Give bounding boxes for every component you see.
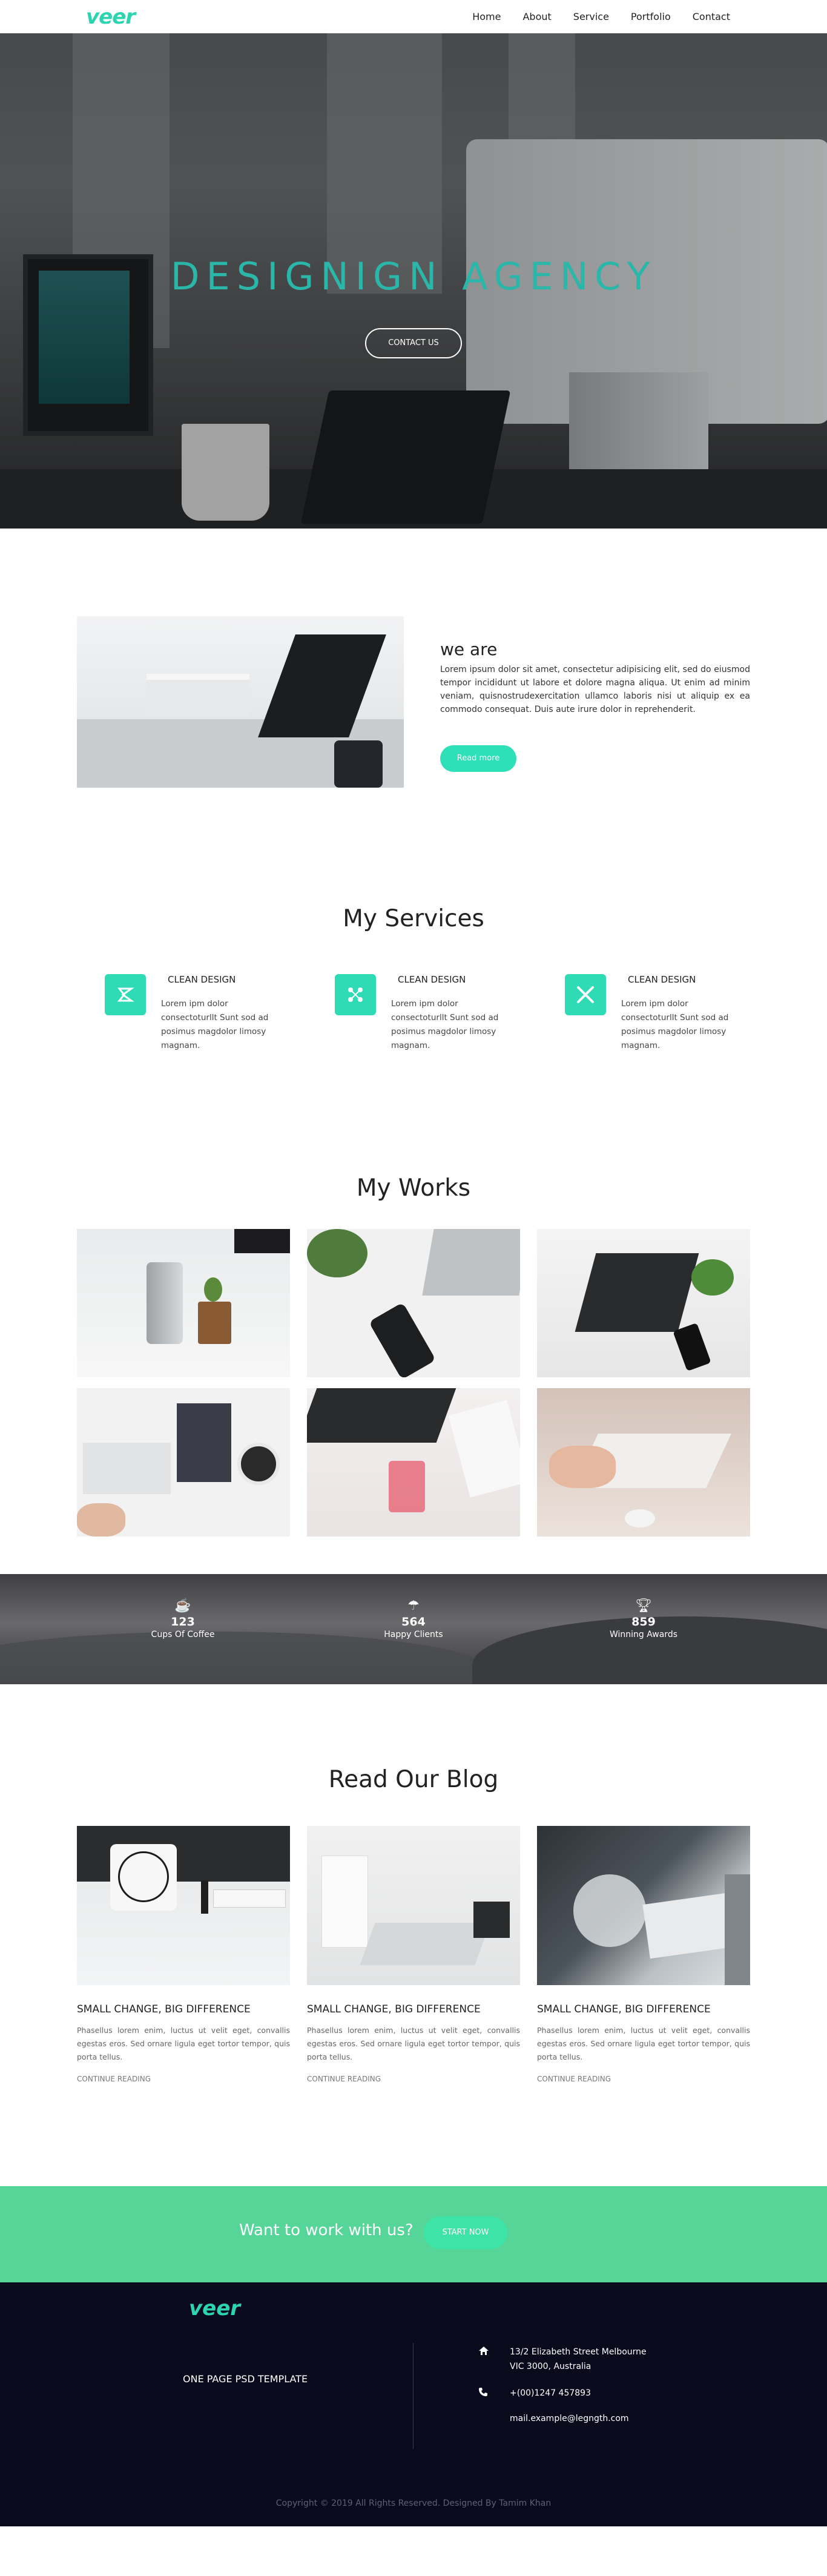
portfolio-item-jar[interactable] xyxy=(307,1388,520,1537)
blog-section: Read Our Blog SMALL CHANGE, BIG DIFFEREN… xyxy=(0,1684,827,2186)
footer-divider xyxy=(413,2343,414,2449)
blog-post-image[interactable] xyxy=(307,1826,520,1985)
services-title: My Services xyxy=(343,905,484,932)
main-menu: Home About Service Portfolio Contact xyxy=(472,11,730,22)
blog-post: SMALL CHANGE, BIG DIFFERENCE Phasellus l… xyxy=(307,1826,520,2083)
service-title: CLEAN DESIGN xyxy=(628,974,696,985)
trophy-icon: 🏆︎ xyxy=(635,1598,652,1613)
stat-awards: 🏆︎ 859 Winning Awards xyxy=(571,1598,716,1640)
logo[interactable]: veer xyxy=(86,5,136,29)
blog-post-text: Phasellus lorem enim, luctus ut velit eg… xyxy=(537,2026,750,2061)
contact-us-button[interactable]: CONTACT US xyxy=(365,328,462,358)
design-icon xyxy=(105,974,146,1015)
umbrella-icon: ☂ xyxy=(407,1598,420,1613)
continue-reading-link[interactable]: CONTINUE READING xyxy=(77,2075,290,2083)
coffee-icon: ☕ xyxy=(174,1598,191,1613)
blog-title: Read Our Blog xyxy=(328,1766,499,1793)
about-section: we are Lorem ipsum dolor sit amet, conse… xyxy=(0,529,827,892)
continue-reading-link[interactable]: CONTINUE READING xyxy=(537,2075,750,2083)
nav-portfolio[interactable]: Portfolio xyxy=(631,11,671,22)
blog-post-title[interactable]: SMALL CHANGE, BIG DIFFERENCE xyxy=(537,2003,750,2015)
hero-section: DESIGNIGN AGENCY CONTACT US xyxy=(0,33,827,529)
blog-post: SMALL CHANGE, BIG DIFFERENCE Phasellus l… xyxy=(537,1826,750,2083)
blog-post-image[interactable] xyxy=(77,1826,290,1985)
blog-post-text: Phasellus lorem enim, luctus ut velit eg… xyxy=(307,2026,520,2061)
footer-email[interactable]: mail.example@legngth.com xyxy=(510,2411,629,2426)
about-image xyxy=(77,616,404,788)
portfolio-item-desk-phone[interactable] xyxy=(307,1229,520,1377)
copyright-text: Copyright © 2019 All Rights Reserved. De… xyxy=(275,2499,552,2508)
portfolio-item-laptop-plant[interactable] xyxy=(537,1229,750,1377)
about-text: Lorem ipsum dolor sit amet, consectetur … xyxy=(440,665,750,714)
tools-icon xyxy=(565,974,606,1015)
footer: veer ONE PAGE PSD TEMPLATE 13/2 Elizabet… xyxy=(0,2282,827,2526)
about-title: we are xyxy=(440,639,498,659)
stat-clients: ☂ 564 Happy Clients xyxy=(341,1598,486,1640)
service-text: Lorem ipm dolor consectoturllt Sunt sod … xyxy=(621,999,729,1050)
blog-post: SMALL CHANGE, BIG DIFFERENCE Phasellus l… xyxy=(77,1826,290,2083)
portfolio-item-speaker[interactable] xyxy=(77,1229,290,1377)
hero-title: DESIGNIGN AGENCY xyxy=(170,254,657,298)
read-more-button[interactable]: Read more xyxy=(440,745,516,772)
footer-phone[interactable]: +(00)1247 457893 xyxy=(510,2386,591,2400)
blog-post-title[interactable]: SMALL CHANGE, BIG DIFFERENCE xyxy=(307,2003,520,2015)
service-title: CLEAN DESIGN xyxy=(168,974,236,985)
blog-post-image[interactable] xyxy=(537,1826,750,1985)
services-section: My Services CLEAN DESIGN Lorem ipm dolor… xyxy=(0,892,827,1150)
network-icon xyxy=(335,974,376,1015)
stat-coffee: ☕ 123 Cups Of Coffee xyxy=(110,1598,255,1640)
phone-icon xyxy=(478,2387,488,2400)
home-icon xyxy=(478,2346,489,2359)
works-title: My Works xyxy=(356,1174,471,1202)
footer-address-line2: VIC 3000, Australia xyxy=(510,2362,591,2371)
service-text: Lorem ipm dolor consectoturllt Sunt sod … xyxy=(391,999,499,1050)
nav-about[interactable]: About xyxy=(522,11,551,22)
blog-post-text: Phasellus lorem enim, luctus ut velit eg… xyxy=(77,2026,290,2061)
footer-tagline: ONE PAGE PSD TEMPLATE xyxy=(183,2373,308,2385)
portfolio-item-notebook[interactable] xyxy=(77,1388,290,1537)
cta-section: Want to work with us? START NOW xyxy=(0,2186,827,2282)
start-now-button[interactable]: START NOW xyxy=(424,2216,507,2249)
nav-service[interactable]: Service xyxy=(573,11,609,22)
works-section: My Works xyxy=(0,1150,827,1574)
nav-home[interactable]: Home xyxy=(472,11,501,22)
service-title: CLEAN DESIGN xyxy=(398,974,466,985)
portfolio-item-keyboard[interactable] xyxy=(537,1388,750,1537)
service-text: Lorem ipm dolor consectoturllt Sunt sod … xyxy=(161,999,269,1050)
top-nav: veer Home About Service Portfolio Contac… xyxy=(0,0,827,33)
blog-post-title[interactable]: SMALL CHANGE, BIG DIFFERENCE xyxy=(77,2003,290,2015)
stats-section: ☕ 123 Cups Of Coffee ☂ 564 Happy Clients… xyxy=(0,1574,827,1684)
footer-address-line1: 13/2 Elizabeth Street Melbourne xyxy=(510,2347,647,2357)
footer-logo[interactable]: veer xyxy=(189,2296,240,2321)
continue-reading-link[interactable]: CONTINUE READING xyxy=(307,2075,520,2083)
cta-text: Want to work with us? xyxy=(239,2221,414,2239)
nav-contact[interactable]: Contact xyxy=(693,11,730,22)
